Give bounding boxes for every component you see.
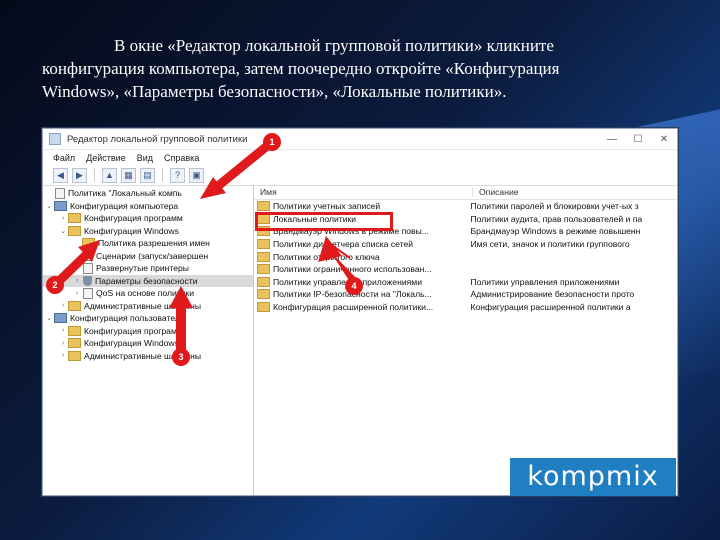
callout-4-label: 4 <box>351 281 356 291</box>
kompmix-logo: kompmix <box>510 458 676 496</box>
callout-2-label: 2 <box>52 280 57 290</box>
callout-3-label: 3 <box>178 352 183 362</box>
arrow-3-head <box>169 286 193 308</box>
arrow-1-shaft <box>213 137 277 191</box>
callout-1-label: 1 <box>269 137 274 147</box>
